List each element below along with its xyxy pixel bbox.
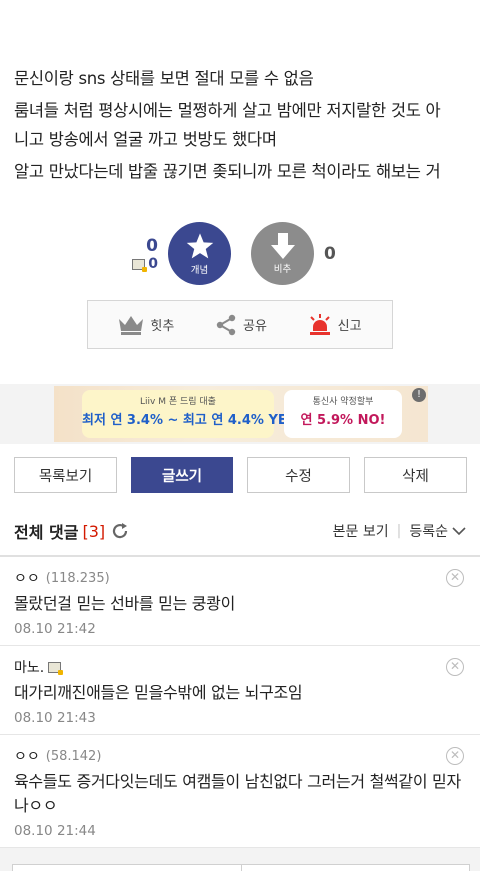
post-line: 알고 만났다는데 밥줄 끊기면 좆되니까 모른 척이라도 해보는 거	[14, 162, 441, 181]
ad-card-loan-title: Liiv M 폰 드림 대출	[140, 397, 216, 407]
chevron-down-icon	[452, 527, 466, 536]
share-label: 공유	[243, 319, 267, 334]
comment-form-top	[12, 864, 470, 871]
post-line: 문신이랑 sns 상태를 보면 절대 모를 수 없음	[14, 69, 314, 88]
write-button[interactable]: 글쓰기	[131, 457, 233, 493]
fixed-member-icon	[48, 661, 64, 675]
fixed-member-icon	[132, 258, 148, 272]
report-button[interactable]: 신고	[308, 313, 362, 336]
post-actions: 힛추 공유 신고	[87, 300, 393, 349]
siren-icon	[309, 313, 330, 335]
comment-date: 08.10 21:42	[14, 621, 96, 637]
upvote-counts: 0 0	[128, 236, 158, 272]
delete-comment-icon[interactable]: ✕	[446, 658, 464, 676]
crown-icon	[119, 315, 144, 335]
delete-comment-icon[interactable]: ✕	[446, 569, 464, 587]
ad-card-telecom: 통신사 약정할부 연 5.9% NO!	[284, 390, 402, 438]
ad-card-loan-rate: 최저 연 3.4% ~ 최고 연 4.4% YES!	[82, 413, 303, 428]
comments-title-wrap: 전체 댓글 [3]	[14, 519, 129, 543]
comment-item: ㅇㅇ (118.235) 몰랐던걸 믿는 선바를 믿는 쿵쾅이 08.10 21…	[0, 557, 480, 646]
post-body: 문신이랑 sns 상태를 보면 절대 모를 수 없음 룸녀들 처럼 평상시에는 …	[14, 64, 474, 186]
ad-card-telecom-title: 통신사 약정할부	[312, 397, 374, 407]
post-line: 니고 방송에서 얼굴 까고 벗방도 했다며	[14, 130, 277, 149]
comment-nick[interactable]: 마노.	[14, 657, 44, 677]
ad-card-telecom-rate: 연 5.9% NO!	[300, 413, 386, 428]
edit-button[interactable]: 수정	[247, 457, 350, 493]
hit-recommend-label: 힛추	[150, 319, 175, 334]
comment-text: 육수들도 증거다잇는데도 여캠들이 남친없다 그러는거 철썩같이 믿자나ㅇㅇ	[14, 772, 461, 815]
sort-label: 등록순	[409, 524, 448, 540]
ad-card-loan: Liiv M 폰 드림 대출 최저 연 3.4% ~ 최고 연 4.4% YES…	[82, 390, 303, 438]
upvote-count: 0	[146, 236, 158, 256]
comment-list: ㅇㅇ (118.235) 몰랐던걸 믿는 선바를 믿는 쿵쾅이 08.10 21…	[0, 555, 480, 848]
share-button[interactable]: 공유	[215, 314, 267, 336]
upvote-button[interactable]: 개념	[168, 222, 231, 285]
comment-ip: (58.142)	[45, 748, 102, 764]
comment-nick[interactable]: ㅇㅇ	[14, 568, 40, 588]
downvote-label: 비추	[273, 264, 292, 275]
delete-comment-icon[interactable]: ✕	[446, 747, 464, 765]
ad-info-icon[interactable]: !	[412, 388, 426, 402]
star-icon	[186, 232, 213, 258]
comment-item: ㅇㅇ (58.142) 육수들도 증거다잇는데도 여캠들이 남친없다 그러는거 …	[0, 735, 480, 848]
delete-button[interactable]: 삭제	[364, 457, 467, 493]
upvote-label: 개념	[190, 264, 209, 276]
comment-text: 대가리깨진애들은 믿을수밖에 없는 뇌구조임	[14, 683, 303, 702]
comment-date: 08.10 21:43	[14, 710, 96, 726]
comment-author: ㅇㅇ (118.235)	[14, 567, 466, 589]
list-button[interactable]: 목록보기	[14, 457, 117, 493]
comment-author: ㅇㅇ (58.142)	[14, 745, 466, 767]
ad-banner-area: Liiv M 폰 드림 대출 최저 연 3.4% ~ 최고 연 4.4% YES…	[0, 384, 480, 444]
fixed-upvote-count: 0	[148, 256, 158, 272]
comment-ip: (118.235)	[45, 570, 110, 586]
bottom-strip	[0, 848, 480, 871]
report-label: 신고	[337, 319, 362, 334]
share-icon	[216, 314, 236, 335]
comment-author: 마노.	[14, 656, 466, 678]
comments-title: 전체 댓글	[14, 523, 79, 542]
downvote-count: 0	[324, 244, 336, 264]
fixed-upvote-count-wrap: 0	[128, 256, 158, 272]
comment-date: 08.10 21:44	[14, 823, 96, 839]
refresh-icon[interactable]	[111, 522, 129, 540]
view-body-link[interactable]: 본문 보기	[333, 521, 389, 541]
post-button-row: 목록보기 글쓰기 수정 삭제	[0, 457, 480, 493]
comments-count: [3]	[82, 521, 106, 541]
post-line: 룸녀들 처럼 평상시에는 멀쩡하게 살고 밤에만 저지랄한 것도 아	[14, 101, 441, 120]
comments-header: 전체 댓글 [3] 본문 보기 | 등록순	[0, 514, 480, 548]
divider: |	[396, 523, 402, 539]
comment-nick[interactable]: ㅇㅇ	[14, 746, 40, 766]
hit-recommend-button[interactable]: 힛추	[118, 315, 174, 335]
comment-item: 마노. 대가리깨진애들은 믿을수밖에 없는 뇌구조임 08.10 21:43 ✕	[0, 646, 480, 735]
comment-text: 몰랐던걸 믿는 선바를 믿는 쿵쾅이	[14, 594, 236, 613]
ad-banner[interactable]: Liiv M 폰 드림 대출 최저 연 3.4% ~ 최고 연 4.4% YES…	[54, 386, 428, 442]
downvote-button[interactable]: 비추	[251, 222, 314, 285]
vote-area: 0 0 개념 비추 0	[0, 222, 480, 286]
comments-options: 본문 보기 | 등록순	[333, 521, 466, 541]
arrow-down-icon	[270, 233, 295, 259]
sort-dropdown[interactable]: 등록순	[409, 521, 466, 541]
